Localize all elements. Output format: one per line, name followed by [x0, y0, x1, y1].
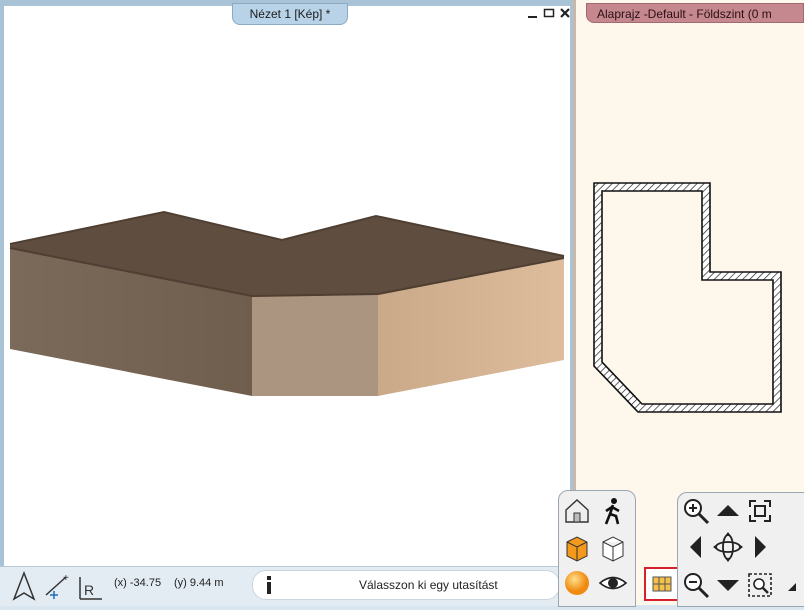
minimize-icon[interactable] [526, 5, 540, 21]
coord-y: (y) 9.44 m [174, 577, 224, 589]
model-3d-render [9, 210, 565, 396]
view3d-window [0, 0, 574, 605]
svg-text:+: + [63, 573, 69, 584]
command-prompt: Válasszon ki egy utasítást [252, 570, 560, 600]
eye-icon[interactable] [597, 567, 629, 599]
zoom-out-icon[interactable] [680, 569, 712, 601]
zoom-in-icon[interactable] [680, 495, 712, 527]
outer-wall-corner [252, 294, 378, 396]
close-icon[interactable] [558, 5, 572, 21]
command-message: Válasszon ki egy utasítást [359, 578, 498, 592]
north-arrow-icon[interactable] [10, 571, 38, 601]
plan-walls [593, 182, 782, 413]
zoom-extents-icon[interactable] [744, 495, 776, 527]
svg-text:R: R [84, 582, 94, 598]
wire-cube-icon[interactable] [597, 531, 629, 563]
arrow-up-icon[interactable] [712, 495, 744, 527]
palette-expand-icon[interactable] [786, 581, 798, 593]
arrow-down-icon[interactable] [712, 569, 744, 601]
maximize-icon[interactable] [542, 5, 556, 21]
view3d-canvas[interactable] [4, 6, 570, 566]
window-controls [526, 4, 572, 22]
layer-icon[interactable] [644, 567, 680, 601]
zoom-window-icon[interactable] [744, 569, 776, 601]
solid-cube-icon[interactable] [561, 531, 593, 563]
orbit-icon[interactable] [712, 531, 744, 563]
house-view-icon[interactable] [561, 495, 593, 527]
walk-icon[interactable] [597, 495, 629, 527]
view-mode-palette [558, 490, 636, 607]
plan-view-title: Alaprajz -Default - Földszint (0 m [597, 7, 772, 21]
navigation-palette [677, 492, 804, 607]
coord-x: (x) -34.75 [114, 577, 162, 589]
arrow-right-icon[interactable] [744, 531, 776, 563]
relative-coordinate-icon[interactable]: R [76, 571, 106, 601]
render-sphere-icon[interactable] [561, 567, 593, 599]
arrow-left-icon[interactable] [680, 531, 712, 563]
plan-view-tab[interactable]: Alaprajz -Default - Földszint (0 m [586, 3, 804, 23]
view3d-tab[interactable]: Nézet 1 [Kép] * [232, 3, 348, 25]
info-icon[interactable] [261, 575, 277, 595]
view3d-title: Nézet 1 [Kép] * [249, 7, 331, 21]
coordinate-input-icon[interactable]: + [42, 571, 72, 601]
